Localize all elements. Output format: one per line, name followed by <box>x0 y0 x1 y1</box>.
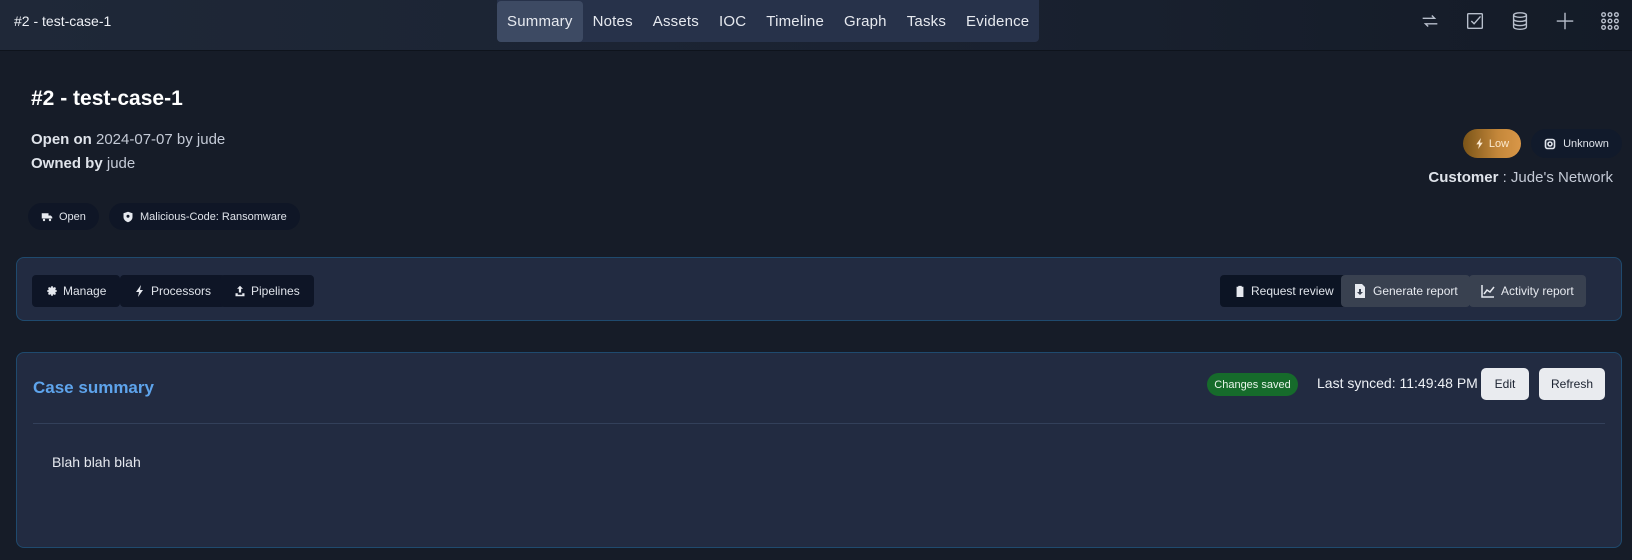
tab-evidence[interactable]: Evidence <box>956 1 1039 42</box>
tab-timeline[interactable]: Timeline <box>756 1 834 42</box>
open-on-line: Open on 2024-07-07 by jude <box>31 131 225 148</box>
case-summary-card: Case summary Changes saved Last synced: … <box>16 352 1622 548</box>
owned-by-value: jude <box>106 155 136 172</box>
pipelines-label: Pipelines <box>251 284 300 298</box>
line-chart-icon <box>1481 285 1495 298</box>
target-icon <box>1544 138 1556 149</box>
tab-graph[interactable]: Graph <box>834 1 897 42</box>
owned-by-line: Owned by jude <box>31 155 135 172</box>
truck-icon <box>41 212 53 221</box>
case-state-label: Open <box>59 210 86 223</box>
open-on-value: 2024-07-07 by jude <box>96 131 226 148</box>
customer-separator: : <box>1502 169 1511 186</box>
generate-report-label: Generate report <box>1373 284 1458 298</box>
top-icon-bar <box>1407 0 1632 42</box>
activity-report-label: Activity report <box>1501 284 1574 298</box>
tab-assets[interactable]: Assets <box>643 1 709 42</box>
bolt-icon <box>136 285 143 297</box>
summary-body-text[interactable]: Blah blah blah <box>52 454 141 470</box>
last-synced-text: Last synced: 11:49:48 PM <box>1317 375 1478 391</box>
classification-label: Malicious-Code: Ransomware <box>140 210 287 223</box>
summary-title: Case summary <box>33 378 154 397</box>
processors-label: Processors <box>151 284 212 298</box>
refresh-button[interactable]: Refresh <box>1539 368 1605 400</box>
refresh-icon[interactable] <box>1407 0 1452 42</box>
customer-label: Customer <box>1428 169 1499 186</box>
plus-icon[interactable] <box>1542 0 1587 42</box>
severity-badge[interactable]: Low <box>1463 129 1521 158</box>
navbar-case-title: #2 - test-case-1 <box>14 13 112 29</box>
file-download-icon <box>1355 284 1365 298</box>
top-navbar: #2 - test-case-1 Summary Notes Assets IO… <box>0 0 1632 51</box>
customer-line: Customer : Jude's Network <box>1428 169 1613 186</box>
clipboard-icon <box>1236 285 1244 297</box>
case-state-pill[interactable]: Open <box>28 203 99 230</box>
case-tabs: Summary Notes Assets IOC Timeline Graph … <box>497 0 1040 42</box>
owned-by-label: Owned by <box>31 155 103 172</box>
case-actions-card: Manage Processors Pipelines Request revi… <box>16 257 1622 321</box>
bolt-icon <box>1476 138 1483 149</box>
apps-grid-icon[interactable] <box>1587 0 1632 42</box>
checkbox-icon[interactable] <box>1452 0 1497 42</box>
gear-icon <box>47 286 57 296</box>
summary-divider <box>33 423 1605 424</box>
database-icon[interactable] <box>1497 0 1542 42</box>
tab-tasks[interactable]: Tasks <box>897 1 956 42</box>
customer-value: Jude's Network <box>1510 169 1613 186</box>
changes-saved-badge: Changes saved <box>1207 373 1298 396</box>
manage-button[interactable]: Manage <box>32 275 121 307</box>
manage-label: Manage <box>63 284 107 298</box>
processors-button[interactable]: Processors <box>120 275 226 307</box>
upload-icon <box>235 285 245 297</box>
request-review-button[interactable]: Request review <box>1220 275 1348 307</box>
activity-report-button[interactable]: Activity report <box>1469 275 1586 307</box>
open-on-label: Open on <box>31 131 92 148</box>
severity-label: Low <box>1488 137 1510 150</box>
page-title: #2 - test-case-1 <box>31 87 183 110</box>
tab-ioc[interactable]: IOC <box>709 1 756 42</box>
tab-summary[interactable]: Summary <box>497 0 583 42</box>
tab-notes[interactable]: Notes <box>583 1 643 42</box>
outcome-status-badge[interactable]: Unknown <box>1531 129 1622 158</box>
shield-icon <box>123 211 133 222</box>
pipelines-button[interactable]: Pipelines <box>220 275 314 307</box>
outcome-status-label: Unknown <box>1563 137 1609 150</box>
generate-report-button[interactable]: Generate report <box>1341 275 1470 307</box>
edit-button[interactable]: Edit <box>1481 368 1529 400</box>
classification-pill[interactable]: Malicious-Code: Ransomware <box>109 203 300 230</box>
request-review-label: Request review <box>1251 284 1334 298</box>
